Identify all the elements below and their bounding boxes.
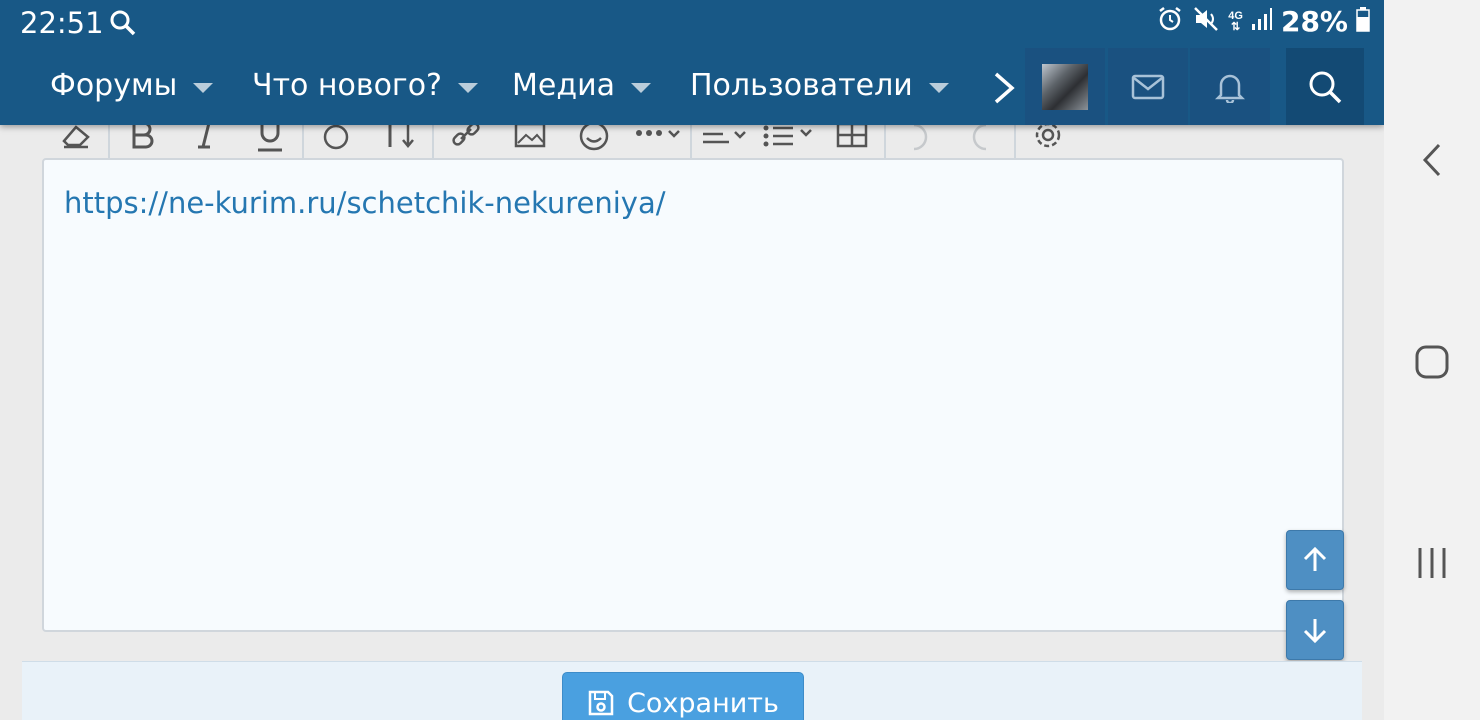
browser-viewport: https://ne-kurim.ru/schetchik-nekureniya… — [0, 0, 1384, 720]
caret-down-icon[interactable] — [457, 82, 478, 93]
chevron-right-icon[interactable] — [990, 70, 1018, 111]
site-header: 22:51 4G ⇅ 28% Форумы Что нового? Медиа … — [0, 0, 1384, 125]
network-type: 4G ⇅ — [1228, 9, 1243, 33]
battery-icon — [1356, 6, 1370, 37]
back-icon[interactable] — [1384, 142, 1480, 178]
battery-level: 28% — [1280, 5, 1348, 38]
recent-apps-icon[interactable] — [1384, 545, 1480, 581]
search-icon — [108, 8, 138, 43]
save-button-label: Сохранить — [627, 687, 779, 719]
home-icon[interactable] — [1384, 344, 1480, 380]
search-icon — [1309, 71, 1342, 103]
mute-icon — [1192, 5, 1220, 38]
caret-down-icon[interactable] — [193, 82, 214, 93]
scroll-up-button[interactable] — [1286, 530, 1344, 590]
envelope-icon — [1131, 74, 1165, 99]
inbox-button[interactable] — [1108, 48, 1188, 125]
arrow-up-icon — [1303, 546, 1327, 571]
arrow-down-icon — [1303, 619, 1327, 644]
status-time: 22:51 — [20, 6, 104, 40]
nav-item-label: Форумы — [50, 68, 178, 103]
status-indicators: 4G ⇅ 28% — [1156, 5, 1370, 38]
nav-item-forums[interactable]: Форумы — [50, 68, 214, 103]
signal-icon — [1251, 7, 1273, 36]
scroll-down-button[interactable] — [1286, 600, 1344, 660]
status-bar: 22:51 4G ⇅ 28% — [0, 0, 1384, 48]
nav-item-members[interactable]: Пользователи — [690, 68, 949, 103]
bell-icon — [1215, 74, 1245, 103]
alerts-button[interactable] — [1190, 48, 1270, 125]
save-button[interactable]: Сохранить — [562, 672, 804, 720]
search-button[interactable] — [1286, 48, 1364, 125]
alarm-icon — [1156, 5, 1184, 38]
nav-item-media[interactable]: Медиа — [512, 68, 651, 103]
nav-item-label: Медиа — [512, 68, 615, 103]
message-editor[interactable]: https://ne-kurim.ru/schetchik-nekureniya… — [42, 158, 1344, 632]
account-button[interactable] — [1025, 48, 1105, 125]
editor-link-text[interactable]: https://ne-kurim.ru/schetchik-nekureniya… — [64, 186, 666, 220]
main-navigation: Форумы Что нового? Медиа Пользователи — [0, 48, 1384, 125]
nav-item-label: Пользователи — [690, 68, 913, 103]
avatar — [1042, 63, 1088, 110]
nav-item-whats-new[interactable]: Что нового? — [252, 68, 478, 103]
system-navigation-bar — [1384, 0, 1480, 720]
nav-item-label: Что нового? — [252, 68, 442, 103]
caret-down-icon[interactable] — [928, 82, 949, 93]
caret-down-icon[interactable] — [630, 82, 651, 93]
floppy-disk-icon — [588, 690, 614, 716]
